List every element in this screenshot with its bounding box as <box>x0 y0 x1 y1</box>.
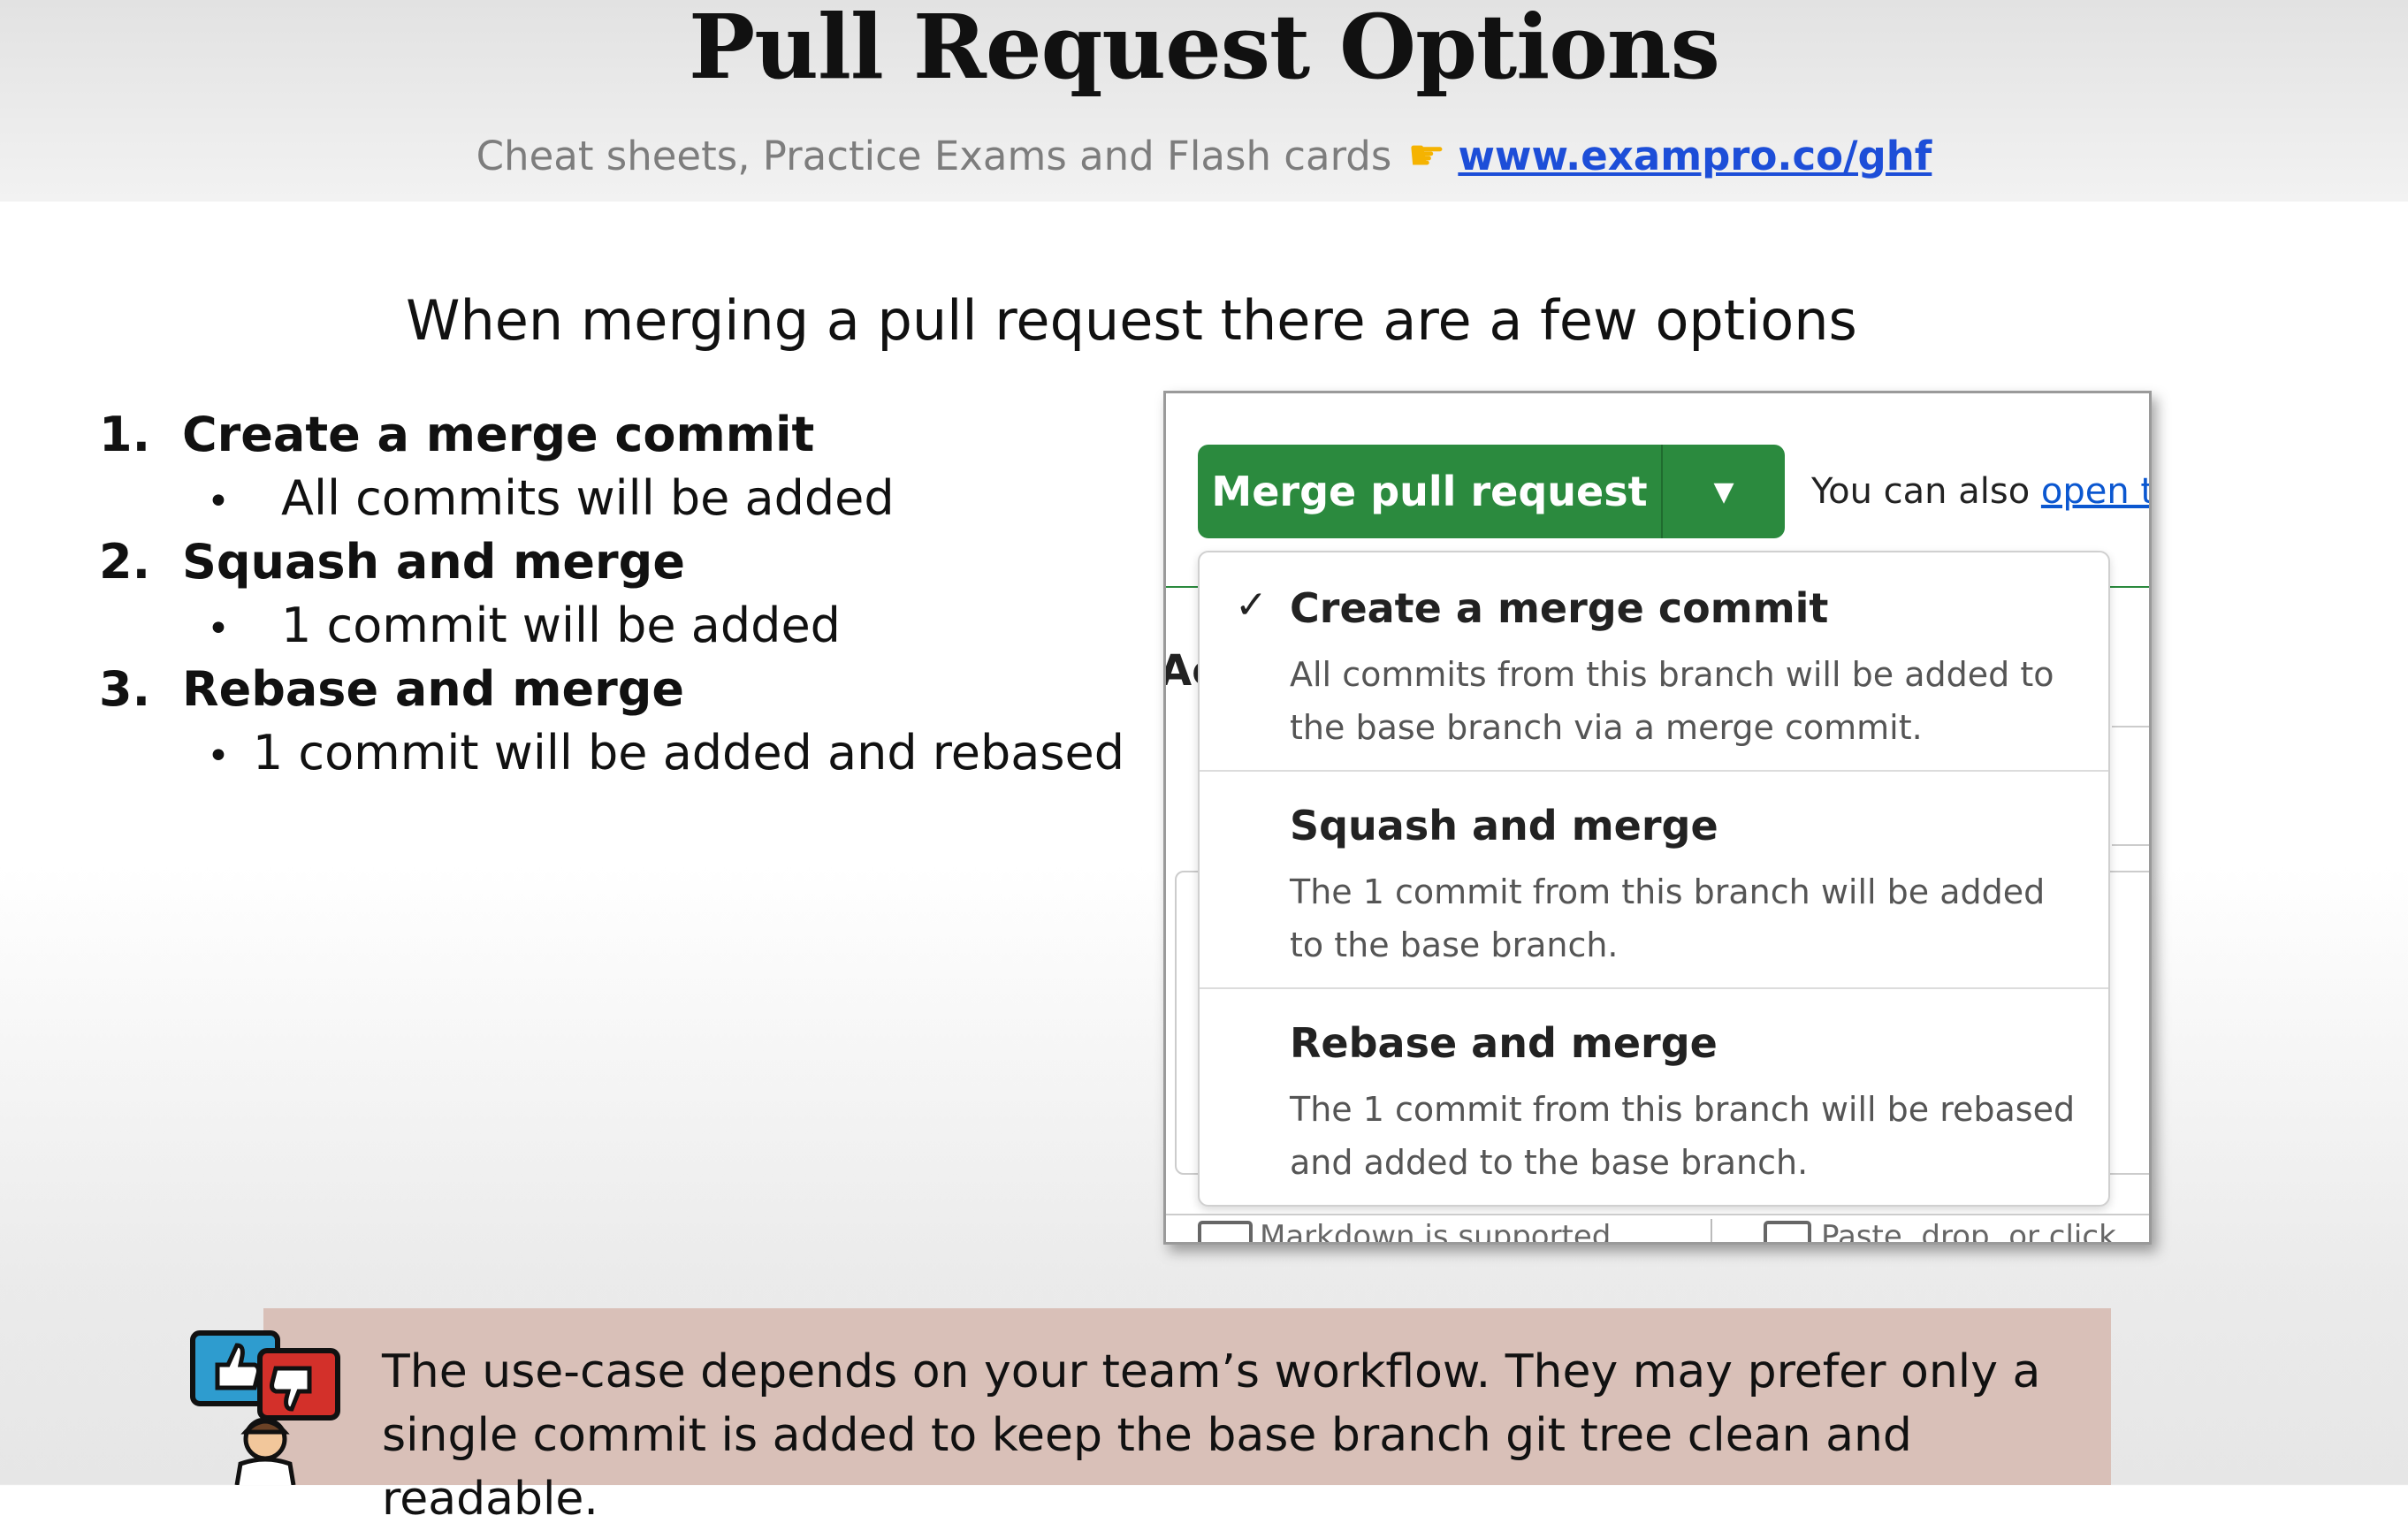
bullet-dot: • <box>207 734 230 779</box>
option-bullet: • 1 commit will be added <box>207 598 1124 661</box>
merge-method-menu: ✓ Create a merge commit All commits from… <box>1198 551 2110 1207</box>
image-icon <box>1764 1221 1811 1242</box>
bullet-text: 1 commit will be added <box>281 598 841 653</box>
option-item: 3. Rebase and merge <box>99 661 1124 725</box>
option-number: 2. <box>99 534 151 590</box>
thumbs-feedback-icon <box>190 1330 340 1485</box>
merge-button-label[interactable]: Merge pull request <box>1198 445 1663 538</box>
bullet-dot: • <box>207 606 230 651</box>
option-item: 2. Squash and merge <box>99 534 1124 598</box>
open-link[interactable]: open th <box>2041 471 2149 512</box>
divider <box>1711 1219 1712 1242</box>
option-bullet: • 1 commit will be added and rebased <box>207 725 1124 788</box>
menu-item-description: The 1 commit from this branch will be ad… <box>1290 872 2046 964</box>
checkmark-icon: ✓ <box>1235 583 1268 628</box>
menu-item-title: Create a merge commit <box>1290 584 1829 632</box>
merge-method-dropdown-toggle[interactable]: ▼ <box>1663 445 1785 538</box>
divider <box>2112 726 2149 727</box>
markdown-icon <box>1198 1221 1253 1242</box>
promo-line: Cheat sheets, Practice Exams and Flash c… <box>0 131 2408 180</box>
menu-item-merge-commit[interactable]: ✓ Create a merge commit All commits from… <box>1200 552 2108 772</box>
option-title: Create a merge commit <box>182 407 815 462</box>
promo-text: Cheat sheets, Practice Exams and Flash c… <box>476 133 1392 179</box>
menu-item-description: All commits from this branch will be add… <box>1290 655 2054 747</box>
option-number: 3. <box>99 661 151 717</box>
caret-down-icon: ▼ <box>1713 476 1734 507</box>
menu-item-squash[interactable]: Squash and merge The 1 commit from this … <box>1200 770 2108 989</box>
menu-item-title: Rebase and merge <box>1290 1019 1718 1067</box>
menu-item-title: Squash and merge <box>1290 802 1718 849</box>
option-title: Squash and merge <box>182 534 685 590</box>
markdown-hint[interactable]: Markdown is supported <box>1260 1219 1611 1242</box>
merge-pull-request-button[interactable]: Merge pull request ▼ <box>1198 445 1785 538</box>
intro-heading: When merging a pull request there are a … <box>406 288 1857 353</box>
slide-header: Pull Request Options Cheat sheets, Pract… <box>0 0 2408 202</box>
exampro-link[interactable]: www.exampro.co/ghf <box>1458 133 1932 179</box>
divider <box>2112 844 2149 846</box>
option-title: Rebase and merge <box>182 661 685 717</box>
menu-item-description: The 1 commit from this branch will be re… <box>1290 1090 2076 1182</box>
github-merge-screenshot: Ac Merge pull request ▼ You can also ope… <box>1163 391 2152 1245</box>
alternative-hint-text: You can also <box>1811 471 2041 512</box>
slide-title: Pull Request Options <box>689 0 1720 99</box>
option-number: 1. <box>99 407 151 462</box>
comment-footer: Markdown is supported Paste, drop, or cl… <box>1166 1214 2149 1242</box>
note-text: The use-case depends on your team’s work… <box>382 1345 2041 1526</box>
option-item: 1. Create a merge commit <box>99 407 1124 470</box>
option-bullet: • All commits will be added <box>207 470 1124 534</box>
attach-hint[interactable]: Paste, drop, or click <box>1821 1219 2116 1242</box>
options-list: 1. Create a merge commit • All commits w… <box>99 407 1124 788</box>
pointing-right-hand-icon: ☛ <box>1407 131 1446 180</box>
menu-item-rebase[interactable]: Rebase and merge The 1 commit from this … <box>1200 987 2108 1205</box>
alternative-hint: You can also open th <box>1811 471 2149 512</box>
bullet-text: 1 commit will be added and rebased <box>252 725 1124 781</box>
note-callout: The use-case depends on your team’s work… <box>263 1308 2111 1526</box>
bullet-dot: • <box>207 479 230 524</box>
bullet-text: All commits will be added <box>281 470 895 526</box>
